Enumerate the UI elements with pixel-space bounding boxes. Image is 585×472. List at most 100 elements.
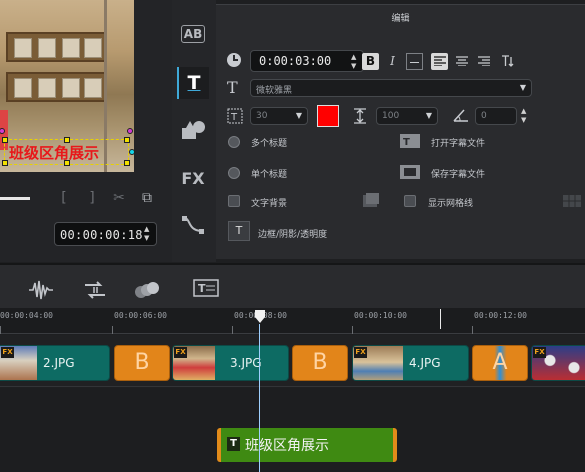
transition-clip[interactable]: B xyxy=(292,345,348,381)
rotation-stepper[interactable]: 0 xyxy=(475,107,517,125)
playhead-line[interactable] xyxy=(259,324,260,472)
text-direction-button[interactable] xyxy=(499,53,516,70)
chevron-down-icon: ▼ xyxy=(519,83,526,92)
multi-title-radio[interactable] xyxy=(228,136,240,148)
show-grid-label: 显示网格线 xyxy=(428,199,474,209)
title-track[interactable]: T 班级区角展示 xyxy=(0,388,585,472)
preview-scrub-bar[interactable] xyxy=(0,197,30,200)
rotation-angle-icon xyxy=(453,108,469,126)
align-center-button[interactable] xyxy=(453,53,470,70)
spin-arrows-icon[interactable]: ▲ ▼ xyxy=(351,53,360,71)
title-badge-icon: T xyxy=(227,437,240,451)
shelf-image-part xyxy=(6,72,106,102)
title-editor-panel: 编辑 0:00:03:00 ▲ ▼ B I T 微软雅黑 ▼ T 30 ▼ 100 xyxy=(216,4,585,259)
motion-path-glyph xyxy=(182,216,204,234)
spin-arrows-icon[interactable]: ▲ ▼ xyxy=(144,225,153,243)
grid-settings-icon[interactable] xyxy=(561,191,583,213)
show-grid-checkbox[interactable] xyxy=(404,195,416,207)
fx-badge: FX xyxy=(354,347,367,358)
single-title-label: 单个标题 xyxy=(251,170,288,180)
duration-stepper[interactable]: 0:00:03:00 ▲ ▼ xyxy=(250,50,364,72)
font-name: 微软雅黑 xyxy=(256,86,293,96)
line-spacing-dropdown[interactable]: 100 ▼ xyxy=(376,107,438,125)
playhead-handle[interactable] xyxy=(254,310,266,324)
shelf-image-part xyxy=(6,32,106,62)
fx-badge: FX xyxy=(533,347,546,358)
split-icon[interactable]: ✂ xyxy=(110,190,128,208)
border-shadow-button[interactable]: 边框/阴影/透明度 xyxy=(258,227,327,240)
panel-title: 编辑 xyxy=(391,14,410,24)
auto-music-icon[interactable] xyxy=(82,279,108,305)
title-text-icon[interactable]: T xyxy=(177,67,209,99)
video-clip[interactable]: FX 2.JPG xyxy=(0,345,110,381)
transition-glyph: B xyxy=(134,350,150,375)
ruler-label: 00:00:10:00 xyxy=(354,311,407,320)
resize-handle[interactable] xyxy=(2,160,8,166)
mark-out-marker[interactable] xyxy=(440,309,441,329)
subtitle-editor-icon[interactable]: T xyxy=(193,279,219,301)
video-clip[interactable]: FX 4.JPG xyxy=(352,345,469,381)
video-clip[interactable]: FX 3.JPG xyxy=(172,345,289,381)
font-icon: T xyxy=(227,78,238,97)
video-track[interactable]: FX 2.JPG B FX 3.JPG B FX 4.JPG A FX xyxy=(0,335,585,387)
clip-name: 2.JPG xyxy=(43,356,75,370)
underline-button[interactable] xyxy=(406,53,423,70)
side-toolbar: AB T FX xyxy=(172,0,216,262)
title-overlay-text[interactable]: 班级区角展示 xyxy=(9,142,99,163)
transition-clip[interactable]: A xyxy=(472,345,528,381)
title-overlay-box[interactable]: 班级区角展示 xyxy=(0,128,135,166)
timecode-value[interactable]: 00:00:00:18 xyxy=(60,228,143,242)
spin-arrows-icon[interactable]: ▲ ▼ xyxy=(521,107,530,125)
ruler-tick xyxy=(0,326,1,334)
ruler-label: 00:00:04:00 xyxy=(0,311,53,320)
save-subtitle-button[interactable]: 保存字幕文件 xyxy=(431,167,485,180)
skew-handle[interactable] xyxy=(129,149,135,155)
resize-handle[interactable] xyxy=(2,137,8,143)
rotate-handle[interactable] xyxy=(127,128,133,134)
audio-mixer-icon[interactable] xyxy=(28,279,54,305)
resize-handle[interactable] xyxy=(124,160,130,166)
resize-handle[interactable] xyxy=(64,137,70,143)
transition-glyph: A xyxy=(492,350,508,375)
text-background-checkbox[interactable] xyxy=(228,195,240,207)
align-right-button[interactable] xyxy=(475,53,492,70)
font-size-dropdown[interactable]: 30 ▼ xyxy=(250,107,308,125)
border-shadow-icon[interactable]: T xyxy=(228,221,250,241)
open-subtitle-icon[interactable]: T xyxy=(399,133,421,153)
ruler-tick xyxy=(352,326,353,334)
preview-panel: 班级区角展示 [ ] ✂ ⧉ 00:00:00:18 ▲ ▼ xyxy=(0,0,175,262)
rotation-value[interactable]: 0 xyxy=(481,111,487,121)
chevron-down-icon: ▼ xyxy=(295,111,302,120)
duration-value[interactable]: 0:00:03:00 xyxy=(259,54,331,68)
text-background-settings-icon[interactable] xyxy=(362,192,380,212)
video-clip[interactable]: FX xyxy=(531,345,585,381)
font-size-icon: T xyxy=(227,108,243,128)
motion-path-icon[interactable] xyxy=(177,209,209,241)
line-spacing-icon xyxy=(353,108,367,128)
font-dropdown[interactable]: 微软雅黑 ▼ xyxy=(250,79,532,97)
timecode-stepper[interactable]: 00:00:00:18 ▲ ▼ xyxy=(54,222,157,246)
single-title-radio[interactable] xyxy=(228,167,240,179)
motion-tracking-icon[interactable] xyxy=(133,279,161,305)
italic-button[interactable]: I xyxy=(384,53,401,70)
mark-in-icon[interactable]: [ xyxy=(55,190,73,208)
open-subtitle-button[interactable]: 打开字幕文件 xyxy=(431,136,485,149)
mark-out-icon[interactable]: ] xyxy=(83,190,101,208)
bold-button[interactable]: B xyxy=(362,53,379,70)
text-color-swatch[interactable] xyxy=(317,105,339,127)
ruler-tick xyxy=(232,326,233,334)
graphics-icon[interactable] xyxy=(177,114,209,146)
resize-handle[interactable] xyxy=(124,137,130,143)
fx-icon[interactable]: FX xyxy=(177,162,209,194)
svg-text:T: T xyxy=(198,282,206,295)
resize-handle[interactable] xyxy=(64,160,70,166)
fx-badge: FX xyxy=(174,347,187,358)
ruler-tick xyxy=(472,326,473,334)
save-subtitle-icon[interactable] xyxy=(399,164,421,184)
title-clip[interactable]: T 班级区角展示 xyxy=(217,428,397,462)
title-template-icon[interactable]: AB xyxy=(177,18,209,50)
align-left-button[interactable] xyxy=(431,53,448,70)
timeline-ruler[interactable]: 00:00:04:00 00:00:06:00 00:00:08:00 00:0… xyxy=(0,308,585,334)
transition-clip[interactable]: B xyxy=(114,345,170,381)
enlarge-icon[interactable]: ⧉ xyxy=(138,190,156,208)
